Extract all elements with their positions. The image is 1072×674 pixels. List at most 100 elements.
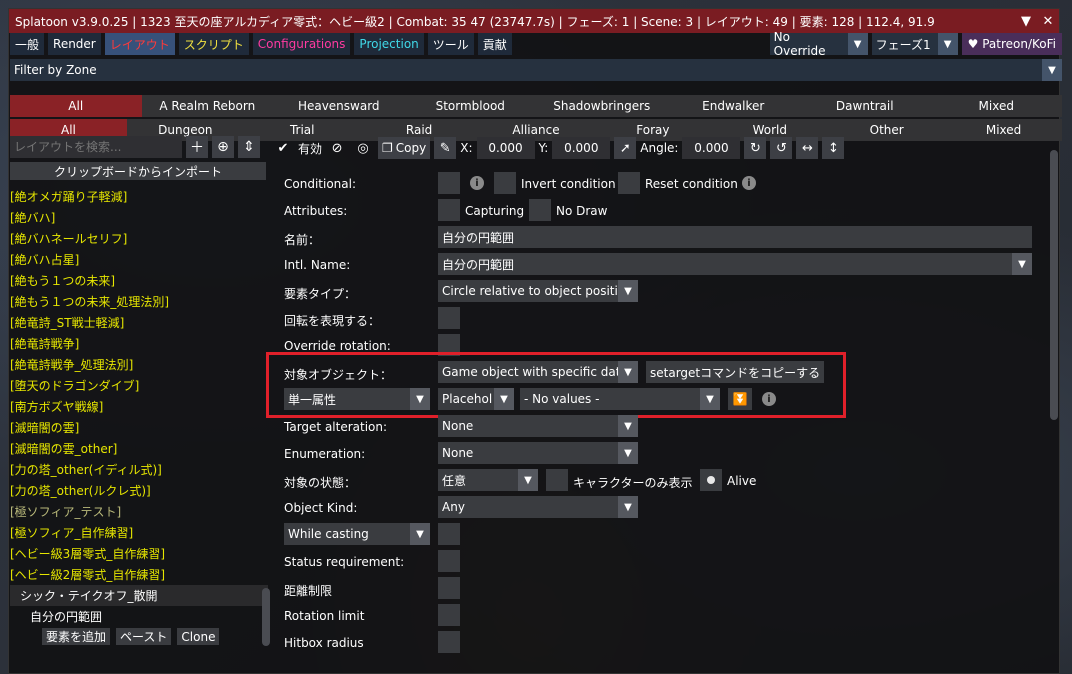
conditional-checkbox[interactable] <box>438 172 460 194</box>
chevron-down-icon: ▼ <box>847 33 868 55</box>
layout-item[interactable]: [ヘビー級2層零式_自作練習] <box>10 564 268 585</box>
title-bar[interactable]: Splatoon v3.9.0.25 | 1323 至天の座アルカディア零式：ヘ… <box>9 9 1059 33</box>
clone-button[interactable]: Clone <box>177 628 220 645</box>
patreon-kofi-button[interactable]: ♥ Patreon/KoFi <box>961 33 1062 55</box>
casting-checkbox[interactable] <box>438 523 460 545</box>
layout-item[interactable]: [絶バハ] <box>10 207 268 228</box>
y-input[interactable]: 0.000 <box>552 137 611 159</box>
copy-icon: ❐ <box>382 141 393 155</box>
no-draw-checkbox[interactable] <box>529 199 551 221</box>
element-action-buttons: 要素を追加 ペースト Clone <box>10 628 268 645</box>
selected-element-item[interactable]: 自分の円範囲 <box>10 606 268 627</box>
import-from-clipboard-button[interactable]: クリップボードからインポート <box>10 162 266 180</box>
reset-condition-checkbox[interactable] <box>618 172 640 194</box>
zone-filter-select[interactable]: Filter by Zone ▼ <box>10 59 1062 81</box>
distance-limit-checkbox[interactable] <box>438 577 460 599</box>
no-draw-label: No Draw <box>556 204 608 218</box>
rotate-counterclockwise-icon[interactable]: ↺ <box>770 137 793 159</box>
layout-item[interactable]: [絶バハ占星] <box>10 249 268 270</box>
enumeration-select[interactable]: None ▼ <box>438 442 638 464</box>
tab-label: レイアウト <box>109 37 170 52</box>
layout-item[interactable]: [ヘビー級3層零式_自作練習] <box>10 543 268 564</box>
vertical-arrows-icon[interactable]: ↕ <box>822 137 845 159</box>
layout-item[interactable]: [絶竜詩戦争_処理法別] <box>10 354 268 375</box>
name-label: 名前： <box>284 233 321 247</box>
expansion-tab[interactable]: Shadowbringers <box>536 95 668 117</box>
intl-name-select[interactable]: 自分の円範囲 ▼ <box>438 253 1032 275</box>
layout-item[interactable]: [極ソフィア_自作練習] <box>10 522 268 543</box>
expansion-tab[interactable]: Mixed <box>930 95 1062 117</box>
tab-tools[interactable]: ツール <box>427 33 474 55</box>
name-input[interactable]: 自分の円範囲 <box>438 226 1032 248</box>
layout-item[interactable]: [南方ボズヤ戦線] <box>10 396 268 417</box>
selected-layout-item[interactable]: シック・テイクオフ_散開 <box>10 585 268 606</box>
expansion-tab[interactable]: Dawntrail <box>799 95 931 117</box>
phase-select[interactable]: フェーズ1 ▼ <box>871 33 958 55</box>
layout-item[interactable]: [絶バハネールセリフ] <box>10 228 268 249</box>
casting-condition-select[interactable]: While casting ▼ <box>284 523 430 545</box>
tab-configurations[interactable]: Configurations <box>252 33 351 55</box>
expansion-tab[interactable]: All <box>10 95 142 117</box>
clone-label: Clone <box>181 629 216 644</box>
layout-item[interactable]: [絶もう１つの未来_処理法別] <box>10 291 268 312</box>
hitbox-radius-checkbox[interactable] <box>438 631 460 653</box>
expansion-tab[interactable]: Endwalker <box>667 95 799 117</box>
layout-list-scrollbar[interactable] <box>262 588 270 646</box>
x-input[interactable]: 0.000 <box>476 137 535 159</box>
sort-arrows-icon[interactable]: ⇕ <box>238 136 260 158</box>
layout-item[interactable]: [滅暗闇の雲] <box>10 417 268 438</box>
paste-button[interactable]: ペースト <box>116 628 172 645</box>
character-only-checkbox[interactable] <box>546 469 568 491</box>
layout-item[interactable]: [滅暗闇の雲_other] <box>10 438 268 459</box>
object-kind-select[interactable]: Any ▼ <box>438 496 638 518</box>
tab-projection[interactable]: Projection <box>354 33 424 55</box>
tab-render[interactable]: Render <box>48 33 101 55</box>
status-requirement-label: Status requirement: <box>284 555 405 569</box>
tab-contribute[interactable]: 貢献 <box>477 33 512 55</box>
layout-item[interactable]: [絶オメガ踊り子軽減] <box>10 186 268 207</box>
element-type-select[interactable]: Circle relative to object positio ▼ <box>438 280 638 302</box>
copy-button[interactable]: ❐ Copy <box>378 137 431 159</box>
tab-general[interactable]: 一般 <box>10 33 45 55</box>
layout-item[interactable]: [絶竜詩_ST戦士軽減] <box>10 312 268 333</box>
capturing-checkbox[interactable] <box>438 199 460 221</box>
content-type-tab-label: Trial <box>289 123 315 137</box>
horizontal-arrows-icon[interactable]: ↔ <box>796 137 819 159</box>
add-element-button[interactable]: 要素を追加 <box>42 628 111 645</box>
globe-icon[interactable]: ◎ <box>352 137 374 159</box>
rotation-limit-checkbox[interactable] <box>438 604 460 626</box>
editor-scrollbar[interactable] <box>1050 150 1058 420</box>
close-icon[interactable]: ✕ <box>1037 14 1059 29</box>
tab-script[interactable]: スクリプト <box>178 33 249 55</box>
add-layout-icon[interactable]: ＋ <box>186 136 208 158</box>
cursor-icon[interactable]: ➚ <box>614 137 637 159</box>
rotate-clockwise-icon[interactable]: ↻ <box>744 137 767 159</box>
layout-item[interactable]: [力の塔_other(イディル式)] <box>10 459 268 480</box>
layout-item[interactable]: [絶もう１つの未来] <box>10 270 268 291</box>
alive-checkbox[interactable] <box>700 469 722 491</box>
invert-condition-checkbox[interactable] <box>494 172 516 194</box>
expansion-tab-label: Endwalker <box>702 99 765 113</box>
zoom-in-icon[interactable]: ⊕ <box>212 136 234 158</box>
status-requirement-checkbox[interactable] <box>438 550 460 572</box>
target-alteration-select[interactable]: None ▼ <box>438 415 638 437</box>
eye-slash-icon[interactable]: ⊘ <box>326 137 348 159</box>
hitbox-radius-label: Hitbox radius <box>284 636 364 650</box>
layout-item[interactable]: [堕天のドラゴンダイブ] <box>10 375 268 396</box>
rotation-checkbox[interactable] <box>438 307 460 329</box>
expansion-tab[interactable]: Stormblood <box>404 95 536 117</box>
eyedropper-icon[interactable]: ✎ <box>434 137 457 159</box>
layout-item[interactable]: [絶竜詩戦争] <box>10 333 268 354</box>
angle-input[interactable]: 0.000 <box>682 137 741 159</box>
expansion-tab[interactable]: Heavensward <box>273 95 405 117</box>
tab-layout[interactable]: レイアウト <box>104 33 175 55</box>
override-select[interactable]: No Override ▼ <box>769 30 868 58</box>
layout-search-input[interactable] <box>10 136 182 158</box>
target-state-select[interactable]: 任意 ▼ <box>438 469 538 491</box>
layout-item[interactable]: [極ソフィア_テスト] <box>10 501 268 522</box>
collapse-icon[interactable]: ▼ <box>1015 14 1037 29</box>
layout-item[interactable]: [力の塔_other(ルクレ式)] <box>10 480 268 501</box>
tab-label: ツール <box>432 37 469 52</box>
checkmark-icon[interactable]: ✔ <box>272 137 294 159</box>
expansion-tab[interactable]: A Realm Reborn <box>141 95 273 117</box>
